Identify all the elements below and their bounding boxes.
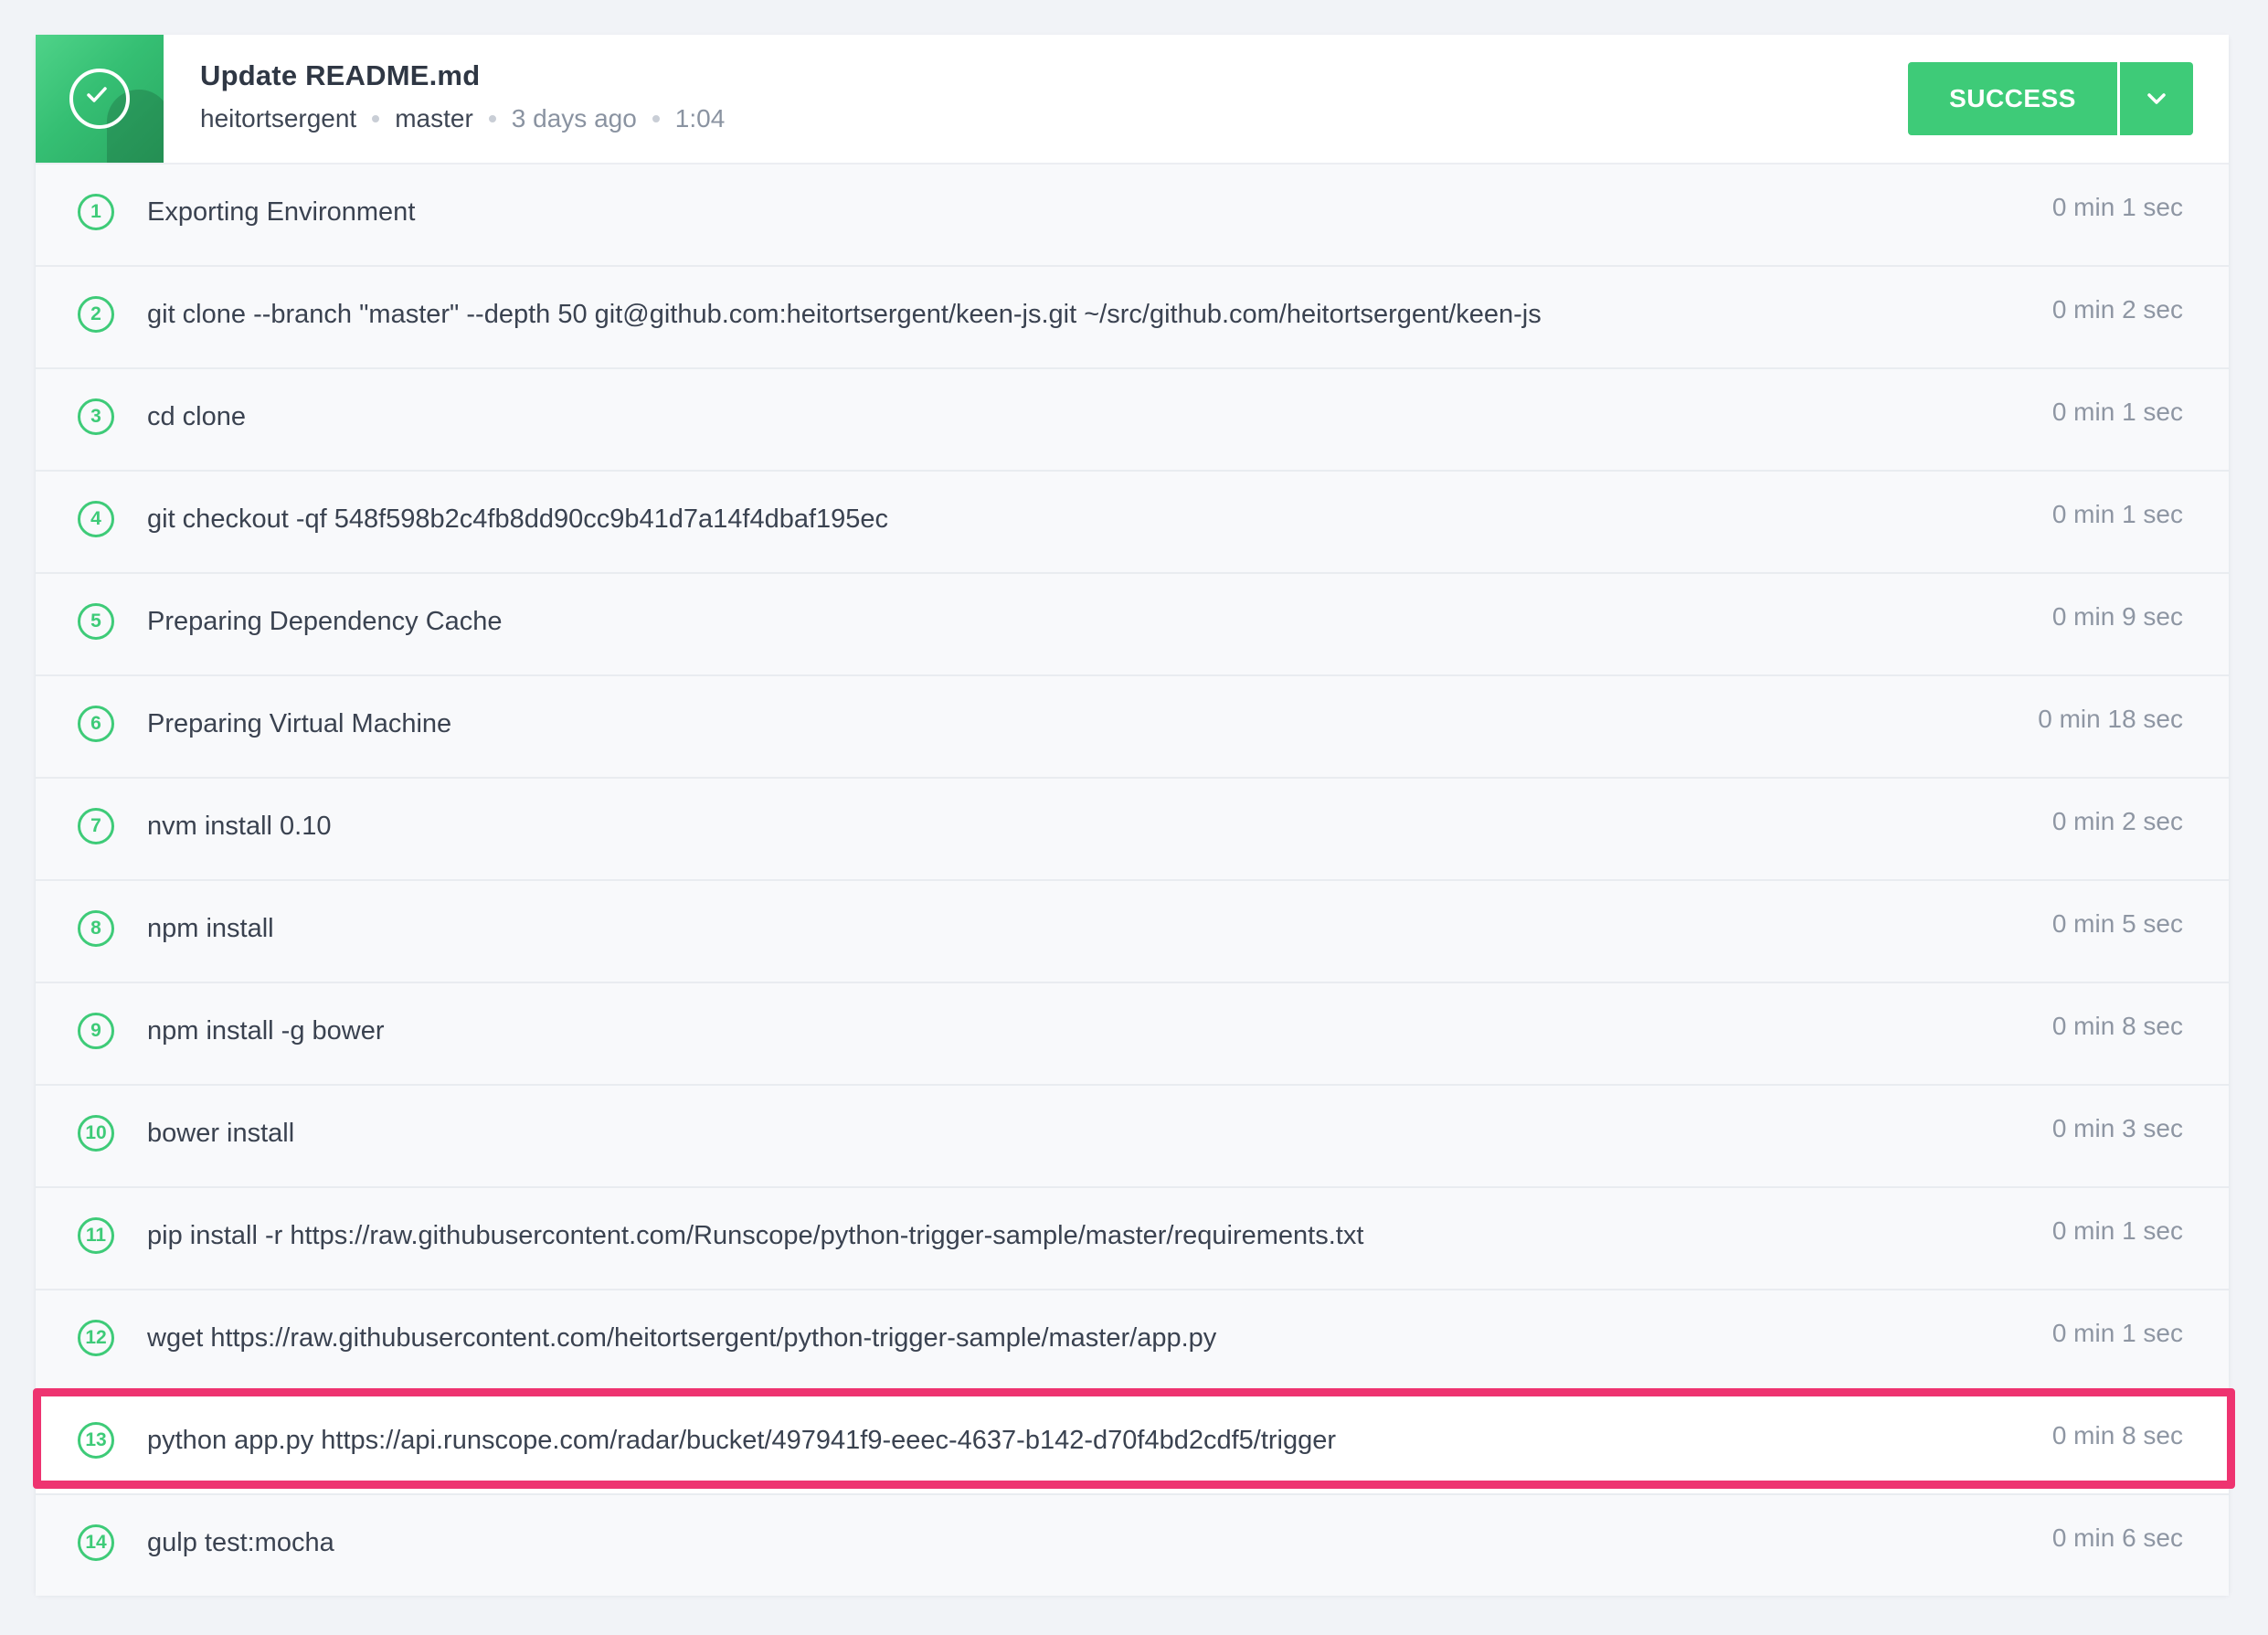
status-button-group: SUCCESS (1908, 62, 2193, 135)
build-step[interactable]: 9 npm install -g bower 0 min 8 sec (36, 983, 2229, 1086)
step-number-badge: 2 (78, 296, 114, 333)
chevron-down-icon (2147, 93, 2166, 104)
step-command: npm install -g bower (147, 1016, 385, 1046)
step-duration: 0 min 6 sec (2051, 1524, 2183, 1552)
build-step[interactable]: 7 nvm install 0.10 0 min 2 sec (36, 779, 2229, 881)
step-number-badge: 13 (78, 1422, 114, 1459)
separator-dot (372, 115, 380, 122)
step-duration: 0 min 1 sec (2051, 193, 2183, 221)
step-duration: 0 min 3 sec (2051, 1114, 2183, 1142)
build-step[interactable]: 6 Preparing Virtual Machine 0 min 18 sec (36, 676, 2229, 779)
step-duration: 0 min 18 sec (2038, 705, 2183, 733)
build-step[interactable]: 3 cd clone 0 min 1 sec (36, 369, 2229, 472)
step-command: wget https://raw.githubusercontent.com/h… (147, 1323, 1217, 1353)
step-number-badge: 12 (78, 1320, 114, 1356)
step-duration: 0 min 5 sec (2051, 909, 2183, 938)
step-command: nvm install 0.10 (147, 812, 332, 841)
build-branch[interactable]: master (395, 104, 473, 133)
step-command: gulp test:mocha (147, 1528, 334, 1557)
step-number-badge: 11 (78, 1217, 114, 1254)
step-number-badge: 1 (78, 194, 114, 230)
step-duration: 0 min 9 sec (2051, 602, 2183, 631)
separator-dot (652, 115, 660, 122)
separator-dot (488, 115, 496, 122)
step-number-badge: 5 (78, 603, 114, 640)
step-command: npm install (147, 914, 274, 943)
step-command: cd clone (147, 402, 247, 431)
build-step[interactable]: 12 wget https://raw.githubusercontent.com… (36, 1290, 2229, 1393)
status-button[interactable]: SUCCESS (1908, 62, 2117, 135)
build-step[interactable]: 8 npm install 0 min 5 sec (36, 881, 2229, 983)
step-number-badge: 8 (78, 910, 114, 947)
step-duration: 0 min 1 sec (2051, 1319, 2183, 1347)
build-step[interactable]: 14 gulp test:mocha 0 min 6 sec (36, 1495, 2229, 1596)
build-panel: Update README.md heitortsergent master 3… (36, 35, 2229, 1596)
avatar (36, 35, 164, 163)
build-step[interactable]: 5 Preparing Dependency Cache 0 min 9 sec (36, 574, 2229, 676)
step-number-badge: 4 (78, 501, 114, 537)
step-number-badge: 14 (78, 1524, 114, 1561)
step-duration: 0 min 8 sec (2051, 1421, 2183, 1449)
step-command: Preparing Dependency Cache (147, 607, 503, 636)
build-duration: 1:04 (674, 104, 726, 133)
step-number-badge: 3 (78, 398, 114, 435)
step-command: Preparing Virtual Machine (147, 709, 452, 738)
build-step[interactable]: 13 python app.py https://api.runscope.com… (36, 1393, 2229, 1495)
step-duration: 0 min 1 sec (2051, 1216, 2183, 1245)
step-number-badge: 6 (78, 706, 114, 742)
step-command: python app.py https://api.runscope.com/r… (147, 1426, 1337, 1455)
build-step[interactable]: 10 bower install 0 min 3 sec (36, 1086, 2229, 1188)
build-time-ago: 3 days ago (511, 104, 637, 133)
step-command: Exporting Environment (147, 197, 416, 227)
step-number-badge: 7 (78, 808, 114, 844)
build-step[interactable]: 2 git clone --branch "master" --depth 50 … (36, 267, 2229, 369)
build-step[interactable]: 11 pip install -r https://raw.githubuserc… (36, 1188, 2229, 1290)
build-step[interactable]: 1 Exporting Environment 0 min 1 sec (36, 165, 2229, 267)
build-meta: heitortsergent master 3 days ago 1:04 (200, 104, 725, 133)
build-step[interactable]: 4 git checkout -qf 548f598b2c4fb8dd90cc9b… (36, 472, 2229, 574)
step-number-badge: 10 (78, 1115, 114, 1152)
step-duration: 0 min 8 sec (2051, 1012, 2183, 1040)
step-command: git clone --branch "master" --depth 50 g… (147, 300, 1542, 329)
step-command: git checkout -qf 548f598b2c4fb8dd90cc9b4… (147, 504, 889, 534)
build-steps-list: 1 Exporting Environment 0 min 1 sec 2 git cl… (36, 165, 2229, 1596)
step-duration: 0 min 1 sec (2051, 398, 2183, 426)
step-number-badge: 9 (78, 1013, 114, 1049)
status-dropdown-toggle[interactable] (2120, 62, 2193, 135)
build-header: Update README.md heitortsergent master 3… (36, 35, 2229, 165)
step-duration: 0 min 2 sec (2051, 807, 2183, 835)
step-duration: 0 min 1 sec (2051, 500, 2183, 528)
step-duration: 0 min 2 sec (2051, 295, 2183, 324)
step-command: pip install -r https://raw.githubusercon… (147, 1221, 1364, 1250)
check-circle-icon (69, 69, 130, 129)
build-title: Update README.md (200, 59, 481, 91)
build-author[interactable]: heitortsergent (200, 104, 356, 133)
step-command: bower install (147, 1119, 295, 1148)
